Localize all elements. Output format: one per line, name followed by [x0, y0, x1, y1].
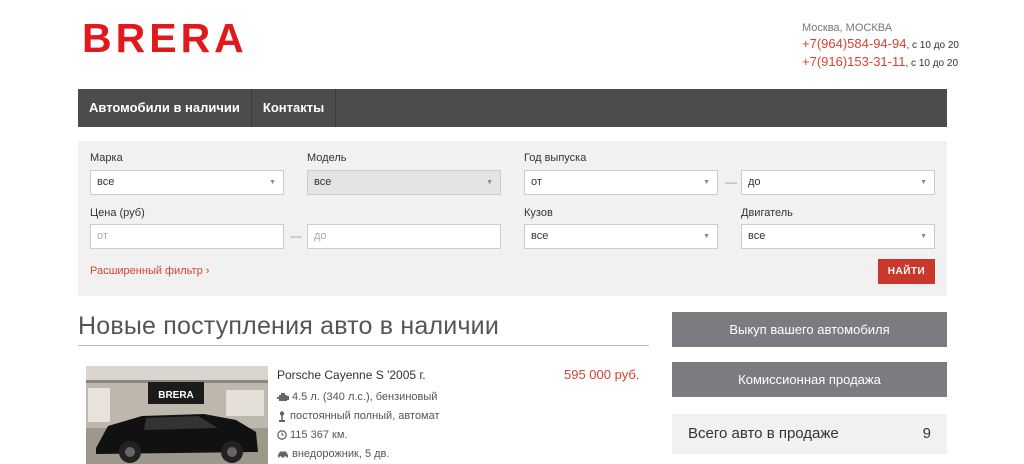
engine-select-value: все: [748, 230, 766, 242]
phone-link-2[interactable]: +7(916)153-31-11: [802, 54, 905, 69]
search-button[interactable]: НАЙТИ: [878, 259, 935, 284]
commission-sale-button[interactable]: Комиссионная продажа: [672, 362, 947, 397]
car-photo[interactable]: BRERA: [86, 366, 268, 464]
nav-item-cars-in-stock[interactable]: Автомобили в наличии: [78, 89, 252, 127]
price-to-input[interactable]: до: [307, 224, 501, 249]
make-select[interactable]: все ▼: [90, 170, 284, 195]
advanced-filter-link[interactable]: Расширенный фильтр ›: [90, 265, 209, 277]
gearshift-icon: [279, 410, 285, 422]
chevron-down-icon: ▼: [269, 179, 276, 186]
car-price: 595 000 руб.: [564, 367, 640, 382]
year-to-select[interactable]: до ▼: [741, 170, 935, 195]
engine-icon: [277, 392, 289, 401]
photo-showroom-sign: BRERA: [158, 390, 194, 401]
body-select[interactable]: все ▼: [524, 224, 718, 249]
chevron-down-icon: ▼: [703, 233, 710, 240]
price-from-input[interactable]: от: [90, 224, 284, 249]
model-select[interactable]: все ▼: [307, 170, 501, 195]
make-label: Марка: [90, 152, 123, 164]
model-select-value: все: [314, 176, 332, 188]
body-select-value: все: [531, 230, 549, 242]
year-label: Год выпуска: [524, 152, 587, 164]
car-title-link[interactable]: Porsche Cayenne S '2005 г.: [277, 368, 426, 382]
chevron-down-icon: ▼: [920, 233, 927, 240]
total-cars-count: 9: [922, 425, 931, 442]
header-contacts: Москва, МОСКВА +7(964)584-94-94, с 10 до…: [802, 20, 959, 72]
spec-engine: 4.5 л. (340 л.с.), бензиновый: [277, 391, 437, 403]
spec-mileage-text: 115 367 км.: [290, 429, 348, 441]
car-photo-image: BRERA: [86, 366, 268, 464]
price-range-dash: —: [290, 229, 302, 243]
spec-drive-text: постоянный полный, автомат: [290, 410, 440, 422]
body-label: Кузов: [524, 207, 553, 219]
price-label: Цена (руб): [90, 207, 145, 219]
phone-line-2: +7(916)153-31-11, с 10 до 20: [802, 54, 959, 72]
phone-hours-2: , с 10 до 20: [905, 58, 959, 69]
section-title: Новые поступления авто в наличии: [78, 312, 500, 340]
phone-line-1: +7(964)584-94-94, с 10 до 20: [802, 36, 959, 54]
spec-engine-text: 4.5 л. (340 л.с.), бензиновый: [292, 391, 438, 403]
search-filter-panel: Марка все ▼ Модель все ▼ Год выпуска от …: [78, 141, 947, 296]
city-label: Москва, МОСКВА: [802, 22, 893, 34]
total-cars-box: Всего авто в продаже 9: [672, 414, 947, 454]
clock-icon: [277, 430, 287, 440]
spec-body-text: внедорожник, 5 дв.: [292, 448, 390, 460]
total-cars-label: Всего авто в продаже: [688, 425, 839, 442]
year-from-value: от: [531, 176, 542, 188]
year-to-value: до: [748, 176, 761, 188]
title-divider: [78, 345, 649, 346]
spec-mileage: 115 367 км.: [277, 429, 347, 441]
engine-label: Двигатель: [741, 207, 793, 219]
spec-drive: постоянный полный, автомат: [277, 410, 440, 422]
phone-link-1[interactable]: +7(964)584-94-94: [802, 36, 906, 51]
phone-hours-1: , с 10 до 20: [906, 40, 959, 51]
main-navbar: Автомобили в наличии Контакты: [78, 89, 947, 127]
brera-logo[interactable]: BRERA: [82, 18, 248, 59]
chevron-down-icon: ▼: [703, 179, 710, 186]
year-from-select[interactable]: от ▼: [524, 170, 718, 195]
car-icon: [278, 451, 288, 459]
year-range-dash: —: [725, 175, 737, 189]
buyout-button[interactable]: Выкуп вашего автомобиля: [672, 312, 947, 347]
chevron-down-icon: ▼: [920, 179, 927, 186]
nav-item-contacts[interactable]: Контакты: [252, 89, 337, 127]
engine-select[interactable]: все ▼: [741, 224, 935, 249]
spec-body: внедорожник, 5 дв.: [277, 448, 389, 460]
chevron-down-icon: ▼: [486, 179, 493, 186]
model-label: Модель: [307, 152, 347, 164]
make-select-value: все: [97, 176, 115, 188]
